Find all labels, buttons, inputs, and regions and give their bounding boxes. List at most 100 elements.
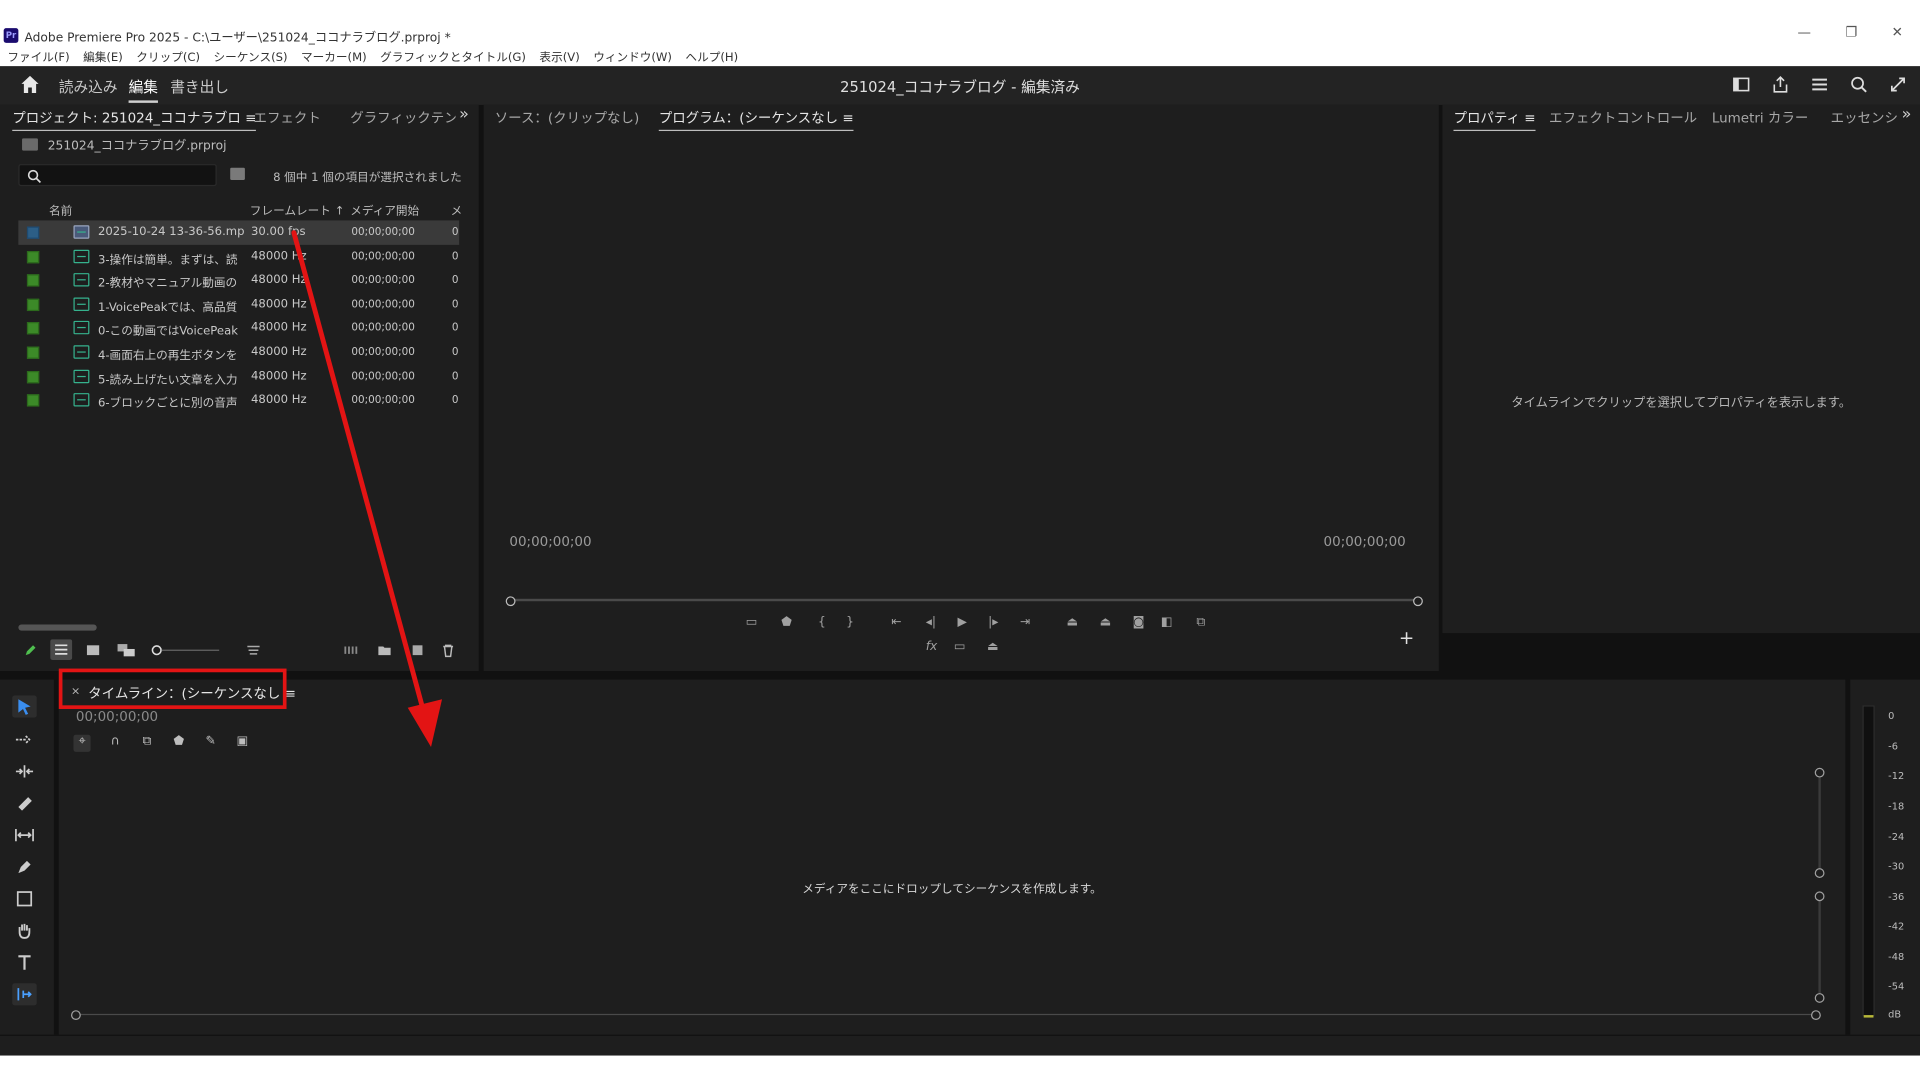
proxy-toggle-icon[interactable]: ⧉ bbox=[1196, 616, 1205, 629]
menu-view[interactable]: 表示(V) bbox=[539, 48, 579, 64]
search-help-icon[interactable] bbox=[1849, 75, 1869, 95]
project-horizontal-scrollbar[interactable] bbox=[18, 624, 97, 631]
selection-tool[interactable] bbox=[12, 695, 37, 718]
scrub-in-handle[interactable] bbox=[505, 596, 516, 607]
tab-source-monitor[interactable]: ソース：(クリップなし) bbox=[495, 108, 640, 128]
tab-essential-sound[interactable]: エッセンシ bbox=[1831, 108, 1900, 128]
icon-view-icon[interactable] bbox=[86, 643, 101, 658]
freeform-view-icon[interactable] bbox=[116, 643, 136, 658]
track-select-tool[interactable] bbox=[12, 729, 36, 751]
project-item[interactable]: 1-VoicePeakでは、高品質 48000 Hz 00;00;00;00 0 bbox=[18, 292, 459, 316]
trash-icon[interactable] bbox=[441, 643, 456, 658]
play-icon[interactable]: ▶ bbox=[958, 616, 967, 629]
scrub-out-handle[interactable] bbox=[1413, 596, 1423, 607]
generative-extend-tool[interactable] bbox=[12, 983, 37, 1006]
snap-icon[interactable]: ∩ bbox=[107, 735, 124, 752]
extract-icon[interactable]: ⏏ bbox=[1100, 616, 1112, 629]
audio-vscroll-top-handle[interactable] bbox=[1814, 891, 1825, 902]
captions-icon[interactable]: ▣ bbox=[234, 735, 251, 752]
step-back-icon[interactable]: ◂| bbox=[926, 616, 936, 629]
audio-vscroll-bottom-handle[interactable] bbox=[1814, 993, 1825, 1003]
project-item[interactable]: 5-読み上げたい文章を入力 48000 Hz 00;00;00;00 0 bbox=[18, 364, 459, 388]
overwrite-icon[interactable]: ⏏ bbox=[987, 640, 999, 653]
column-name[interactable]: 名前 bbox=[49, 201, 72, 217]
restore-button[interactable]: ❐ bbox=[1845, 24, 1857, 40]
timeline-horizontal-scrollbar[interactable] bbox=[71, 1010, 1821, 1021]
more-tabs-icon[interactable]: » bbox=[1902, 105, 1912, 123]
automate-to-sequence-icon[interactable] bbox=[344, 643, 359, 658]
step-forward-icon[interactable]: |▸ bbox=[988, 616, 998, 629]
project-item[interactable]: 0-この動画ではVoicePeak 48000 Hz 00;00;00;00 0 bbox=[18, 316, 459, 340]
column-media-start[interactable]: メディア開始 bbox=[350, 201, 419, 217]
menu-graphics[interactable]: グラフィックとタイトル(G) bbox=[380, 48, 526, 64]
go-to-out-icon[interactable]: ⇥ bbox=[1020, 616, 1030, 629]
label-color-chip[interactable] bbox=[26, 346, 40, 359]
hscroll-left-handle[interactable] bbox=[71, 1010, 81, 1021]
menu-clip[interactable]: クリップ(C) bbox=[136, 48, 200, 64]
tab-effects[interactable]: エフェクト bbox=[253, 108, 320, 128]
new-search-bin-icon[interactable] bbox=[230, 167, 245, 181]
label-color-chip[interactable] bbox=[26, 226, 40, 239]
label-color-chip[interactable] bbox=[26, 394, 40, 407]
hscroll-right-handle[interactable] bbox=[1811, 1010, 1821, 1021]
lift-icon[interactable]: ⏏ bbox=[1067, 616, 1079, 629]
comparison-view-icon[interactable]: ◧ bbox=[1161, 616, 1173, 629]
timeline-timecode[interactable]: 00;00;00;00 bbox=[76, 709, 158, 725]
workspace-menu-icon[interactable] bbox=[1810, 75, 1830, 95]
project-search-input[interactable] bbox=[18, 164, 217, 187]
mark-in-icon[interactable]: { bbox=[818, 616, 826, 629]
menu-sequence[interactable]: シーケンス(S) bbox=[214, 48, 288, 64]
program-playhead-bar[interactable] bbox=[505, 596, 1423, 607]
program-timecode-current[interactable]: 00;00;00;00 bbox=[509, 534, 591, 550]
project-item[interactable]: 3-操作は簡単。まずは、読 48000 Hz 00;00;00;00 0 bbox=[18, 244, 459, 268]
export-frame-camera-icon[interactable]: ◙ bbox=[1133, 616, 1145, 629]
slip-tool[interactable] bbox=[12, 824, 36, 846]
safe-margins-icon[interactable]: ▭ bbox=[746, 616, 758, 629]
tab-graphics-templates[interactable]: グラフィックテンプ bbox=[350, 108, 455, 128]
zoom-slider[interactable] bbox=[151, 643, 222, 658]
project-item[interactable]: 6-ブロックごとに別の音声 48000 Hz 00;00;00;00 0 bbox=[18, 388, 459, 412]
share-icon[interactable] bbox=[1771, 75, 1791, 95]
label-color-chip[interactable] bbox=[26, 274, 40, 287]
menu-edit[interactable]: 編集(E) bbox=[83, 48, 123, 64]
timeline-settings-wrench-icon[interactable]: ✎ bbox=[202, 735, 219, 752]
hand-tool[interactable] bbox=[12, 920, 36, 942]
fullscreen-icon[interactable] bbox=[1888, 75, 1908, 95]
insert-overwrite-sequences-icon[interactable]: ⌖ bbox=[73, 734, 91, 752]
add-marker-icon[interactable]: ⬟ bbox=[170, 735, 187, 752]
pen-tool[interactable] bbox=[12, 856, 36, 878]
razor-tool[interactable] bbox=[12, 792, 36, 814]
new-item-icon[interactable] bbox=[410, 643, 425, 658]
new-bin-icon[interactable] bbox=[377, 643, 392, 658]
menu-file[interactable]: ファイル(F) bbox=[7, 48, 69, 64]
column-framerate[interactable]: フレームレート ↑ bbox=[250, 201, 345, 217]
sort-icon[interactable] bbox=[246, 643, 261, 658]
ripple-edit-tool[interactable] bbox=[12, 760, 36, 782]
label-color-chip[interactable] bbox=[26, 370, 40, 383]
menu-help[interactable]: ヘルプ(H) bbox=[685, 48, 738, 64]
project-item[interactable]: 2-教材やマニュアル動画の 48000 Hz 00;00;00;00 0 bbox=[18, 268, 459, 292]
label-color-chip[interactable] bbox=[26, 322, 40, 335]
minimize-button[interactable]: — bbox=[1797, 24, 1810, 40]
tab-effect-controls[interactable]: エフェクトコントロール bbox=[1549, 108, 1697, 128]
button-editor-add-icon[interactable]: + bbox=[1399, 627, 1414, 649]
project-item[interactable]: 2025-10-24 13-36-56.mp 30.00 fps 00;00;0… bbox=[18, 220, 460, 245]
video-vscroll-top-handle[interactable] bbox=[1814, 767, 1825, 778]
tab-project[interactable]: プロジェクト: 251024_ココナラブロ ≡ bbox=[12, 108, 257, 132]
mark-out-icon[interactable]: } bbox=[846, 616, 854, 629]
fx-bypass-icon[interactable]: fx bbox=[926, 640, 938, 653]
video-vscroll-bottom-handle[interactable] bbox=[1814, 868, 1825, 878]
close-window-button[interactable]: ✕ bbox=[1892, 24, 1903, 40]
menu-window[interactable]: ウィンドウ(W) bbox=[593, 48, 672, 64]
add-marker-icon[interactable]: ⬟ bbox=[781, 616, 792, 629]
list-view-icon[interactable] bbox=[50, 639, 73, 661]
tab-lumetri-color[interactable]: Lumetri カラー bbox=[1712, 108, 1808, 128]
more-tabs-icon[interactable]: » bbox=[459, 105, 469, 123]
column-media-end[interactable]: メ bbox=[451, 201, 463, 217]
project-item[interactable]: 4-画面右上の再生ボタンを 48000 Hz 00;00;00;00 0 bbox=[18, 340, 459, 364]
workspaces-panel-icon[interactable] bbox=[1731, 75, 1751, 95]
tab-properties[interactable]: プロパティ ≡ bbox=[1453, 108, 1536, 132]
rectangle-tool[interactable] bbox=[12, 888, 36, 910]
label-color-chip[interactable] bbox=[26, 298, 40, 311]
label-color-chip[interactable] bbox=[26, 250, 40, 263]
